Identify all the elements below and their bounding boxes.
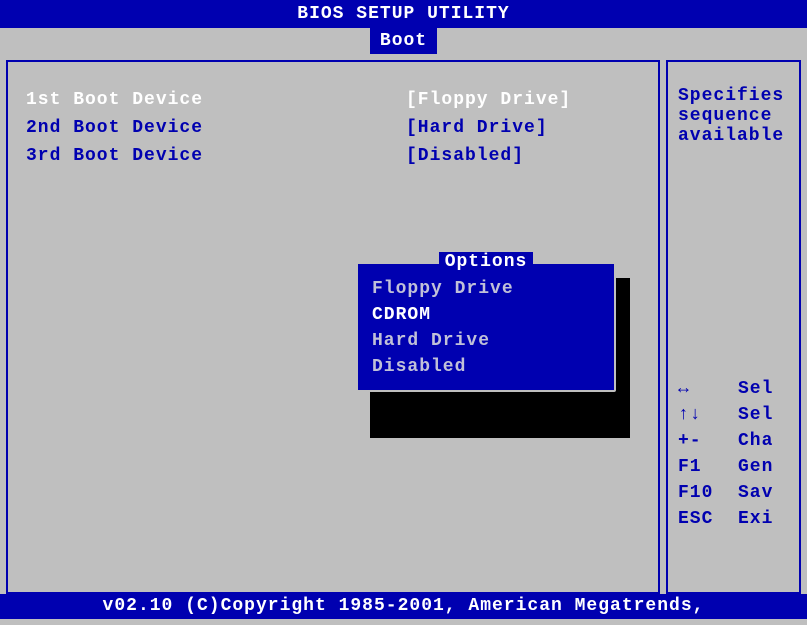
help-text: Sav: [738, 480, 773, 506]
plusminus-icon: +-: [678, 428, 738, 454]
help-row: ↔ Sel: [678, 376, 789, 402]
boot-device-row-2[interactable]: 2nd Boot Device [Hard Drive]: [26, 114, 640, 142]
help-row: ESC Exi: [678, 506, 789, 532]
help-text: Exi: [738, 506, 773, 532]
options-popup: Options Floppy Drive CDROM Hard Drive Di…: [356, 262, 616, 392]
boot-device-value: [Disabled]: [406, 142, 524, 170]
updown-icon: ↑↓: [678, 402, 738, 428]
boot-device-row-1[interactable]: 1st Boot Device [Floppy Drive]: [26, 86, 640, 114]
f10-key: F10: [678, 480, 738, 506]
help-text: Sel: [738, 376, 773, 402]
boot-device-label: 2nd Boot Device: [26, 114, 406, 142]
boot-device-value: [Hard Drive]: [406, 114, 548, 142]
main-panel: 1st Boot Device [Floppy Drive] 2nd Boot …: [6, 60, 660, 594]
help-row: F10 Sav: [678, 480, 789, 506]
popup-title: Options: [358, 252, 614, 272]
option-cdrom[interactable]: CDROM: [372, 302, 600, 328]
option-floppy[interactable]: Floppy Drive: [372, 276, 600, 302]
option-harddrive[interactable]: Hard Drive: [372, 328, 600, 354]
option-disabled[interactable]: Disabled: [372, 354, 600, 380]
footer-copyright: v02.10 (C)Copyright 1985-2001, American …: [0, 594, 807, 619]
help-text: Cha: [738, 428, 773, 454]
side-desc-line: Specifies: [678, 86, 789, 106]
side-desc-line: available: [678, 126, 789, 146]
esc-key: ESC: [678, 506, 738, 532]
boot-device-label: 3rd Boot Device: [26, 142, 406, 170]
content-area: 1st Boot Device [Floppy Drive] 2nd Boot …: [0, 54, 807, 594]
f1-key: F1: [678, 454, 738, 480]
tab-bar: Boot: [0, 28, 807, 54]
boot-device-row-3[interactable]: 3rd Boot Device [Disabled]: [26, 142, 640, 170]
help-text: Sel: [738, 402, 773, 428]
side-desc-line: sequence: [678, 106, 789, 126]
leftright-icon: ↔: [678, 376, 738, 402]
help-row: ↑↓ Sel: [678, 402, 789, 428]
boot-device-value: [Floppy Drive]: [406, 86, 571, 114]
tab-boot[interactable]: Boot: [370, 28, 437, 54]
help-row: F1 Gen: [678, 454, 789, 480]
side-panel: Specifies sequence available ↔ Sel ↑↓ Se…: [666, 60, 801, 594]
help-text: Gen: [738, 454, 773, 480]
help-row: +- Cha: [678, 428, 789, 454]
boot-device-label: 1st Boot Device: [26, 86, 406, 114]
bios-title: BIOS SETUP UTILITY: [0, 0, 807, 28]
